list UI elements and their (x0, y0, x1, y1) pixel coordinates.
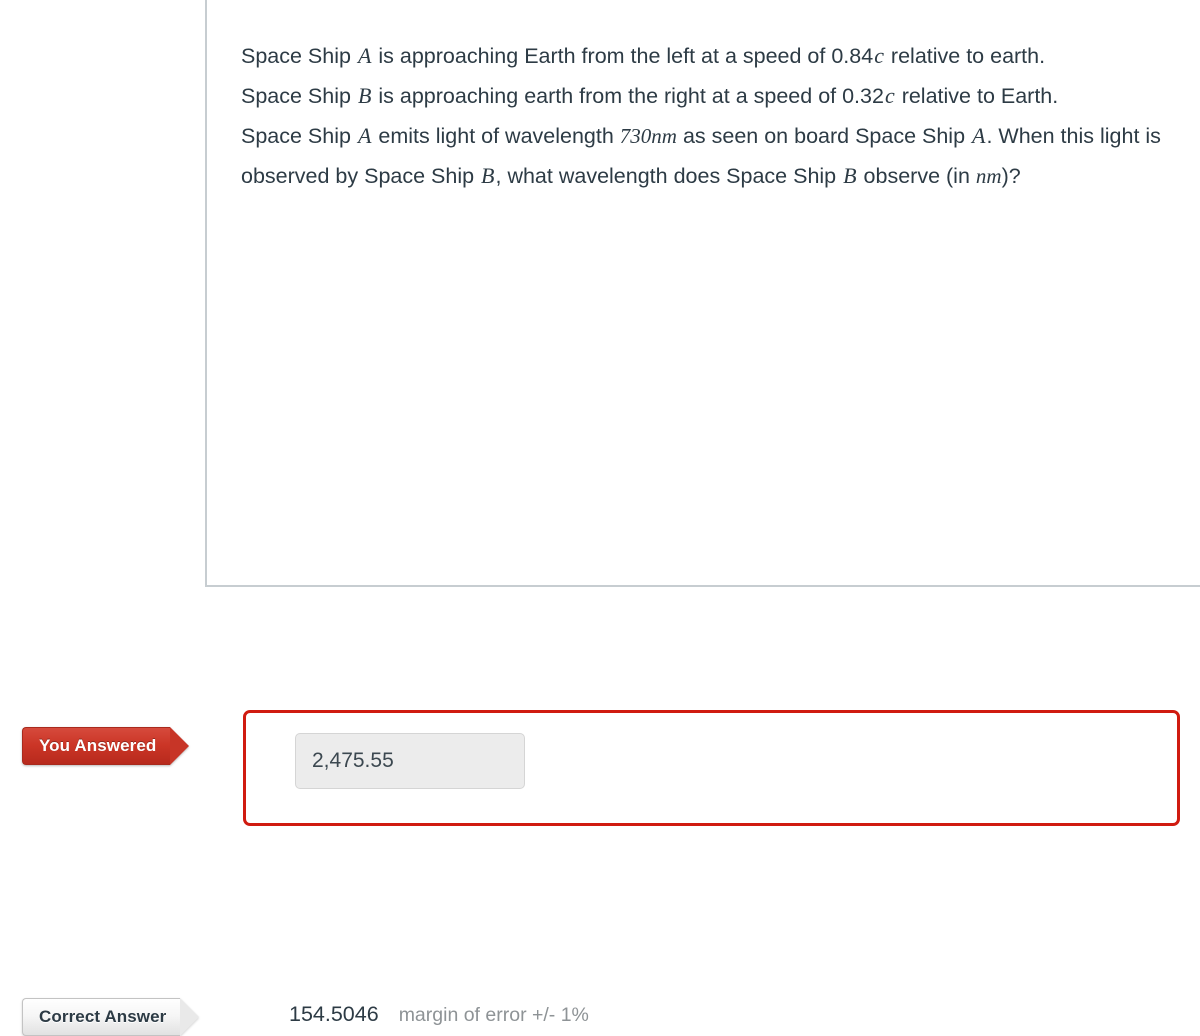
math-variable: nm (975, 164, 1002, 188)
text-run: as seen on board Space Ship (676, 124, 972, 148)
correct-answer-row: Correct Answer 154.5046 margin of error … (0, 498, 1200, 1036)
text-run: relative to earth. (884, 44, 1046, 68)
question-line: Space Ship A emits light of wavelength 7… (241, 116, 1186, 196)
math-variable: B (481, 163, 495, 188)
math-variable: c (884, 83, 895, 108)
flag-arrow-point-icon (170, 727, 190, 765)
question-text: Space Ship A is approaching Earth from t… (241, 36, 1186, 196)
text-run: relative to Earth. (895, 84, 1059, 108)
math-variable: A (972, 123, 986, 148)
text-run: emits light of wavelength (372, 124, 620, 148)
flag-arrow-point-icon (179, 998, 200, 1036)
your-answer-box: 2,475.55 (243, 710, 1180, 826)
math-variable: A (357, 123, 372, 148)
correct-answer-value: 154.5046 (289, 1002, 379, 1026)
correct-answer-flag: Correct Answer (22, 998, 200, 1036)
math-variable: 730nm (619, 124, 677, 148)
text-run: Space Ship (241, 124, 357, 148)
margin-of-error-label: margin of error +/- 1% (398, 1004, 589, 1026)
you-answered-flag-label: You Answered (22, 727, 171, 765)
math-variable: c (874, 43, 884, 68)
text-run: observe (in (857, 164, 976, 188)
text-run: , what wavelength does Space Ship (495, 164, 843, 188)
question-line: Space Ship A is approaching Earth from t… (241, 36, 1186, 76)
correct-answer-value-line: 154.5046 margin of error +/- 1% (289, 1002, 589, 1027)
you-answered-flag: You Answered (22, 727, 190, 765)
answer-input[interactable]: 2,475.55 (295, 733, 525, 789)
text-run: Space Ship (241, 84, 357, 108)
math-variable: B (843, 163, 857, 188)
your-answer-row: You Answered 2,475.55 (0, 355, 1200, 826)
question-line: Space Ship B is approaching earth from t… (241, 76, 1186, 116)
text-run: )? (1001, 164, 1021, 188)
text-run: is approaching earth from the right at a… (372, 84, 884, 108)
correct-answer-flag-label: Correct Answer (22, 998, 181, 1036)
text-run: is approaching Earth from the left at a … (372, 44, 874, 68)
math-variable: B (357, 83, 372, 108)
text-run: Space Ship (241, 44, 357, 68)
math-variable: A (357, 43, 372, 68)
